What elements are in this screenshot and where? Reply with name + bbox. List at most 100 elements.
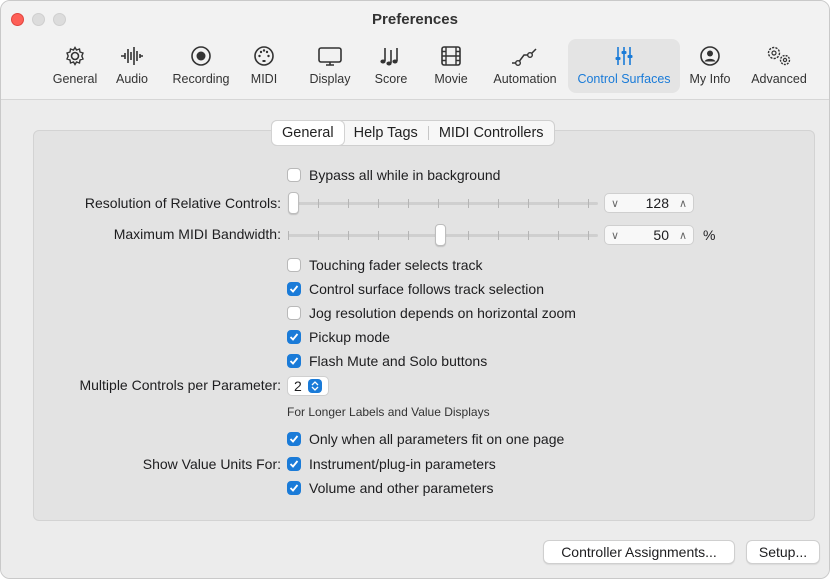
checkmark-icon [289, 460, 299, 468]
resolution-stepper[interactable]: ∨ 128 ∧ [604, 193, 694, 213]
bypass-label: Bypass all while in background [309, 167, 501, 183]
resolution-value: 128 [645, 195, 669, 211]
window-title: Preferences [372, 11, 458, 28]
tab-automation[interactable]: Automation [487, 39, 563, 93]
touching-checkbox-row[interactable]: Touching fader selects track [287, 257, 483, 273]
resolution-slider[interactable] [288, 192, 598, 214]
flash-label: Flash Mute and Solo buttons [309, 353, 488, 369]
bandwidth-value: 50 [653, 227, 669, 243]
checkmark-icon [289, 285, 299, 293]
only-when-checkbox[interactable] [287, 432, 301, 446]
slider-tick [468, 199, 469, 208]
pickup-checkbox-row[interactable]: Pickup mode [287, 329, 390, 345]
only-when-checkbox-row[interactable]: Only when all parameters fit on one page [287, 431, 564, 447]
multiple-value: 2 [294, 378, 302, 394]
jog-checkbox-row[interactable]: Jog resolution depends on horizontal zoo… [287, 305, 576, 321]
slider-tick [498, 231, 499, 240]
touching-checkbox[interactable] [287, 258, 301, 272]
waveform-icon [120, 43, 144, 69]
touching-label: Touching fader selects track [309, 257, 483, 273]
flash-checkbox[interactable] [287, 354, 301, 368]
segment-midi-controllers[interactable]: MIDI Controllers [429, 121, 554, 145]
volume-checkbox-row[interactable]: Volume and other parameters [287, 480, 493, 496]
tab-recording[interactable]: Recording [167, 39, 235, 93]
resolution-label: Resolution of Relative Controls: [84, 195, 281, 211]
instrument-checkbox-row[interactable]: Instrument/plug-in parameters [287, 456, 496, 472]
tab-label: My Info [689, 72, 731, 86]
only-when-label: Only when all parameters fit on one page [309, 431, 565, 447]
multiple-label: Multiple Controls per Parameter: [79, 377, 281, 393]
segment-help-tags[interactable]: Help Tags [344, 121, 428, 145]
slider-tick [318, 231, 319, 240]
toolbar: Preferences General Audio Recording MIDI… [1, 1, 829, 100]
slider-tick [588, 231, 589, 240]
chevron-up-icon[interactable]: ∧ [673, 229, 693, 242]
slider-tick [348, 199, 349, 208]
bandwidth-slider[interactable] [288, 224, 598, 246]
score-icon [379, 43, 403, 69]
tab-midi[interactable]: MIDI [244, 39, 284, 93]
tab-control-surfaces[interactable]: Control Surfaces [568, 39, 680, 93]
slider-tick [558, 199, 559, 208]
pickup-checkbox[interactable] [287, 330, 301, 344]
bandwidth-label: Maximum MIDI Bandwidth: [113, 226, 281, 242]
tab-label: Advanced [751, 72, 807, 86]
bypass-checkbox-row[interactable]: Bypass all while in background [287, 167, 500, 183]
checkmark-icon [289, 484, 299, 492]
follows-checkbox[interactable] [287, 282, 301, 296]
checkmark-icon [289, 357, 299, 365]
tab-advanced[interactable]: Advanced [746, 39, 812, 93]
follows-label: Control surface follows track selection [309, 281, 544, 297]
tab-label: Control Surfaces [577, 72, 671, 86]
slider-tick [288, 231, 289, 240]
tab-my-info[interactable]: My Info [685, 39, 735, 93]
bandwidth-unit: % [703, 227, 716, 243]
advanced-gears-icon [765, 43, 793, 69]
segment-general[interactable]: General [272, 121, 344, 145]
segmented-control: General Help Tags MIDI Controllers [271, 120, 555, 146]
slider-track [288, 202, 598, 205]
tab-label: Recording [172, 72, 230, 86]
checkmark-icon [289, 333, 299, 341]
tab-label: Automation [493, 72, 557, 86]
pickup-label: Pickup mode [309, 329, 390, 345]
slider-knob[interactable] [288, 192, 299, 214]
tab-movie[interactable]: Movie [429, 39, 473, 93]
bandwidth-stepper[interactable]: ∨ 50 ∧ [604, 225, 694, 245]
display-icon [317, 43, 343, 69]
slider-tick [408, 199, 409, 208]
follows-checkbox-row[interactable]: Control surface follows track selection [287, 281, 544, 297]
gear-icon [64, 43, 86, 69]
instrument-checkbox[interactable] [287, 457, 301, 471]
chevron-updown-icon[interactable] [308, 379, 322, 393]
jog-label: Jog resolution depends on horizontal zoo… [309, 305, 576, 321]
volume-checkbox[interactable] [287, 481, 301, 495]
tab-general[interactable]: General [47, 39, 103, 93]
tab-label: Score [374, 72, 408, 86]
record-icon [190, 43, 212, 69]
slider-tick [528, 199, 529, 208]
chevron-down-icon[interactable]: ∨ [605, 229, 625, 242]
longer-labels-note: For Longer Labels and Value Displays [287, 405, 490, 419]
tab-label: Display [309, 72, 351, 86]
controller-assignments-button[interactable]: Controller Assignments... [543, 540, 735, 564]
film-icon [439, 43, 463, 69]
tab-score[interactable]: Score [371, 39, 411, 93]
chevron-down-icon[interactable]: ∨ [605, 197, 625, 210]
flash-checkbox-row[interactable]: Flash Mute and Solo buttons [287, 353, 487, 369]
tab-audio[interactable]: Audio [109, 39, 155, 93]
slider-knob[interactable] [435, 224, 446, 246]
tab-display[interactable]: Display [303, 39, 357, 93]
multiple-popup[interactable]: 2 [287, 376, 329, 396]
jog-checkbox[interactable] [287, 306, 301, 320]
bypass-checkbox[interactable] [287, 168, 301, 182]
preferences-tabs: General Audio Recording MIDI Display Sco… [1, 39, 829, 95]
chevron-up-icon[interactable]: ∧ [673, 197, 693, 210]
slider-tick [408, 231, 409, 240]
tab-label: MIDI [250, 72, 278, 86]
show-units-label: Show Value Units For: [142, 456, 281, 472]
slider-tick [378, 231, 379, 240]
slider-tick [588, 199, 589, 208]
automation-icon [510, 43, 540, 69]
setup-button[interactable]: Setup... [746, 540, 820, 564]
